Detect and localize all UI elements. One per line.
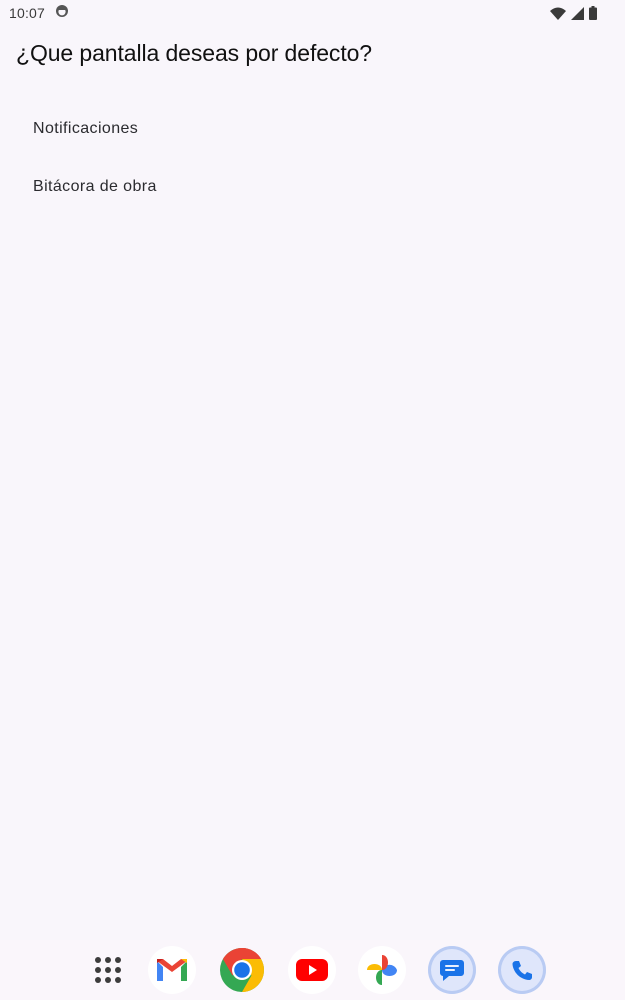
screen: 10:07 ¿Que pantalla deseas por defecto? … [0, 0, 625, 1000]
status-time: 10:07 [9, 5, 46, 21]
status-right [550, 6, 597, 20]
page-title: ¿Que pantalla deseas por defecto? [16, 40, 372, 66]
battery-icon [589, 6, 597, 20]
status-bar: 10:07 [0, 0, 625, 26]
option-notificaciones[interactable]: Notificaciones [0, 100, 625, 158]
messages-icon[interactable] [428, 946, 476, 994]
gmail-icon[interactable] [148, 946, 196, 994]
phone-icon[interactable] [498, 946, 546, 994]
youtube-icon[interactable] [288, 946, 336, 994]
option-bitacora-de-obra[interactable]: Bitácora de obra [0, 158, 625, 216]
wifi-icon [550, 7, 566, 20]
photos-icon[interactable] [358, 946, 406, 994]
cell-signal-icon [571, 6, 584, 20]
options-list: Notificaciones Bitácora de obra [0, 100, 625, 216]
app-drawer-icon[interactable] [84, 946, 132, 994]
status-left: 10:07 [9, 4, 69, 23]
chrome-icon[interactable] [218, 946, 266, 994]
notification-app-icon [55, 4, 69, 23]
